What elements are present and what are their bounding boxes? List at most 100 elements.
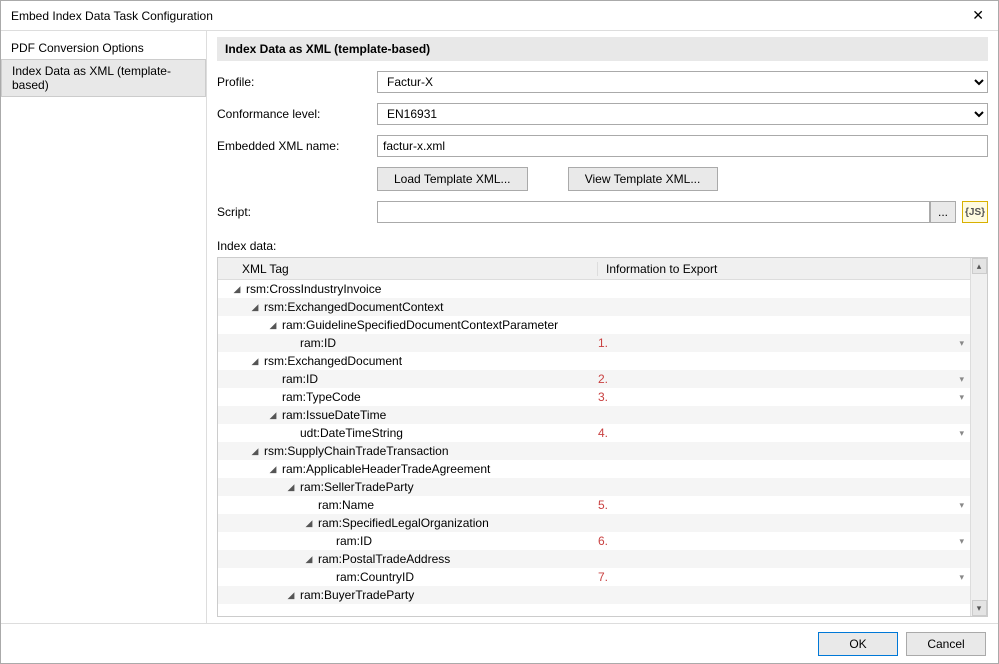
xml-tag: ram:ID <box>300 336 336 350</box>
expand-icon[interactable]: ◢ <box>286 482 296 493</box>
table-row[interactable]: ram:ID 1. ▾ <box>218 334 970 352</box>
conformance-select[interactable]: EN16931 <box>377 103 988 125</box>
index-data-label: Index data: <box>217 239 988 253</box>
xml-tag: ram:SpecifiedLegalOrganization <box>318 516 489 530</box>
sidebar: PDF Conversion Options Index Data as XML… <box>1 31 207 623</box>
profile-select[interactable]: Factur-X <box>377 71 988 93</box>
view-template-button[interactable]: View Template XML... <box>568 167 718 191</box>
conformance-label: Conformance level: <box>217 107 377 121</box>
table-row[interactable]: ◢ ram:IssueDateTime <box>218 406 970 424</box>
expand-icon[interactable]: ◢ <box>286 590 296 601</box>
xml-tag: udt:DateTimeString <box>300 426 403 440</box>
sidebar-item-index-data-xml[interactable]: Index Data as XML (template-based) <box>1 59 206 97</box>
expand-icon[interactable]: ◢ <box>268 410 278 421</box>
table-row[interactable]: ◢ram:ApplicableHeaderTradeAgreement <box>218 460 970 478</box>
info-value: 7. <box>598 570 608 584</box>
info-value: 2. <box>598 372 608 386</box>
row-template-buttons: Load Template XML... View Template XML..… <box>217 167 988 191</box>
dialog-body: PDF Conversion Options Index Data as XML… <box>1 31 998 623</box>
expand-icon[interactable]: ◢ <box>250 356 260 367</box>
chevron-down-icon[interactable]: ▾ <box>959 536 964 547</box>
info-value: 3. <box>598 390 608 404</box>
sidebar-item-pdf-conversion[interactable]: PDF Conversion Options <box>1 37 206 59</box>
script-browse-button[interactable]: ... <box>930 201 956 223</box>
expand-icon[interactable]: ◢ <box>250 446 260 457</box>
info-value: 4. <box>598 426 608 440</box>
row-conformance: Conformance level: EN16931 <box>217 103 988 125</box>
table-row[interactable]: ◢ rsm:CrossIndustryInvoice <box>218 280 970 298</box>
script-input[interactable] <box>377 201 930 223</box>
grid-rows: ◢ rsm:CrossIndustryInvoice ◢ rsm:ExchangedD… <box>218 280 970 616</box>
grid-scrollbar[interactable]: ▴ ▾ <box>970 258 987 616</box>
table-row[interactable]: ram:CountryID 7. ▾ <box>218 568 970 586</box>
table-row[interactable]: udt:DateTimeString 4. ▾ <box>218 424 970 442</box>
xml-tag: ram:IssueDateTime <box>282 408 386 422</box>
xml-tag: ram:ID <box>282 372 318 386</box>
info-value: 6. <box>598 534 608 548</box>
table-row[interactable]: ◢ rsm:SupplyChainTradeTransaction <box>218 442 970 460</box>
section-header: Index Data as XML (template-based) <box>217 37 988 61</box>
expand-icon[interactable]: ◢ <box>268 320 278 331</box>
xml-tag: ram:CountryID <box>336 570 414 584</box>
row-xmlname: Embedded XML name: <box>217 135 988 157</box>
xml-tag: rsm:ExchangedDocumentContext <box>264 300 443 314</box>
chevron-down-icon[interactable]: ▾ <box>959 500 964 511</box>
table-row[interactable]: ◢ ram:GuidelineSpecifiedDocumentContextPa… <box>218 316 970 334</box>
window-title: Embed Index Data Task Configuration <box>11 9 213 23</box>
xml-tag: ram:ID <box>336 534 372 548</box>
xml-tag: ram:SellerTradeParty <box>300 480 414 494</box>
chevron-down-icon[interactable]: ▾ <box>959 572 964 583</box>
xml-tag: ram:Name <box>318 498 374 512</box>
js-icon[interactable]: {JS} <box>962 201 988 223</box>
index-data-grid: XML Tag Information to Export ◢ rsm:Cross… <box>217 257 988 617</box>
xml-tag: ram:TypeCode <box>282 390 361 404</box>
cancel-button[interactable]: Cancel <box>906 632 986 656</box>
chevron-down-icon[interactable]: ▾ <box>959 338 964 349</box>
expand-icon[interactable]: ◢ <box>232 284 242 295</box>
table-row[interactable]: ◢ ram:PostalTradeAddress <box>218 550 970 568</box>
grid-header-info[interactable]: Information to Export <box>598 262 970 276</box>
expand-icon[interactable]: ◢ <box>268 464 278 475</box>
xmlname-label: Embedded XML name: <box>217 139 377 153</box>
table-row[interactable]: ◢ rsm:ExchangedDocumentContext <box>218 298 970 316</box>
scroll-up-icon[interactable]: ▴ <box>972 258 987 274</box>
table-row[interactable]: ram:ID 6. ▾ <box>218 532 970 550</box>
xml-tag: rsm:SupplyChainTradeTransaction <box>264 444 449 458</box>
xmlname-input[interactable] <box>377 135 988 157</box>
xml-tag: rsm:ExchangedDocument <box>264 354 402 368</box>
chevron-down-icon[interactable]: ▾ <box>959 392 964 403</box>
xml-tag: ram:BuyerTradeParty <box>300 588 414 602</box>
table-row[interactable]: ◢ ram:SpecifiedLegalOrganization <box>218 514 970 532</box>
ok-button[interactable]: OK <box>818 632 898 656</box>
info-value: 5. <box>598 498 608 512</box>
main-panel: Index Data as XML (template-based) Profi… <box>207 31 998 623</box>
xml-tag: ram:PostalTradeAddress <box>318 552 450 566</box>
dialog-footer: OK Cancel <box>1 623 998 663</box>
titlebar: Embed Index Data Task Configuration ✕ <box>1 1 998 31</box>
script-label: Script: <box>217 205 377 219</box>
expand-icon[interactable]: ◢ <box>304 554 314 565</box>
row-script: Script: ... {JS} <box>217 201 988 223</box>
chevron-down-icon[interactable]: ▾ <box>959 428 964 439</box>
close-icon[interactable]: ✕ <box>966 7 990 24</box>
sidebar-item-label: Index Data as XML (template-based) <box>12 64 171 92</box>
chevron-down-icon[interactable]: ▾ <box>959 374 964 385</box>
table-row[interactable]: ◢ ram:BuyerTradeParty <box>218 586 970 604</box>
table-row[interactable]: ram:ID 2. ▾ <box>218 370 970 388</box>
info-value: 1. <box>598 336 608 350</box>
table-row[interactable]: ◢ ram:SellerTradeParty <box>218 478 970 496</box>
grid-header: XML Tag Information to Export <box>218 258 970 280</box>
dialog-window: Embed Index Data Task Configuration ✕ PD… <box>0 0 999 664</box>
load-template-button[interactable]: Load Template XML... <box>377 167 528 191</box>
scroll-down-icon[interactable]: ▾ <box>972 600 987 616</box>
table-row[interactable]: ◢ rsm:ExchangedDocument <box>218 352 970 370</box>
profile-label: Profile: <box>217 75 377 89</box>
table-row[interactable]: ram:TypeCode 3. ▾ <box>218 388 970 406</box>
expand-icon[interactable]: ◢ <box>304 518 314 529</box>
expand-icon[interactable]: ◢ <box>250 302 260 313</box>
xml-tag: ram:GuidelineSpecifiedDocumentContextPar… <box>282 318 558 332</box>
table-row[interactable]: ram:Name 5. ▾ <box>218 496 970 514</box>
sidebar-item-label: PDF Conversion Options <box>11 41 144 55</box>
xml-tag: rsm:CrossIndustryInvoice <box>246 282 381 296</box>
grid-header-xmltag[interactable]: XML Tag <box>218 262 598 276</box>
